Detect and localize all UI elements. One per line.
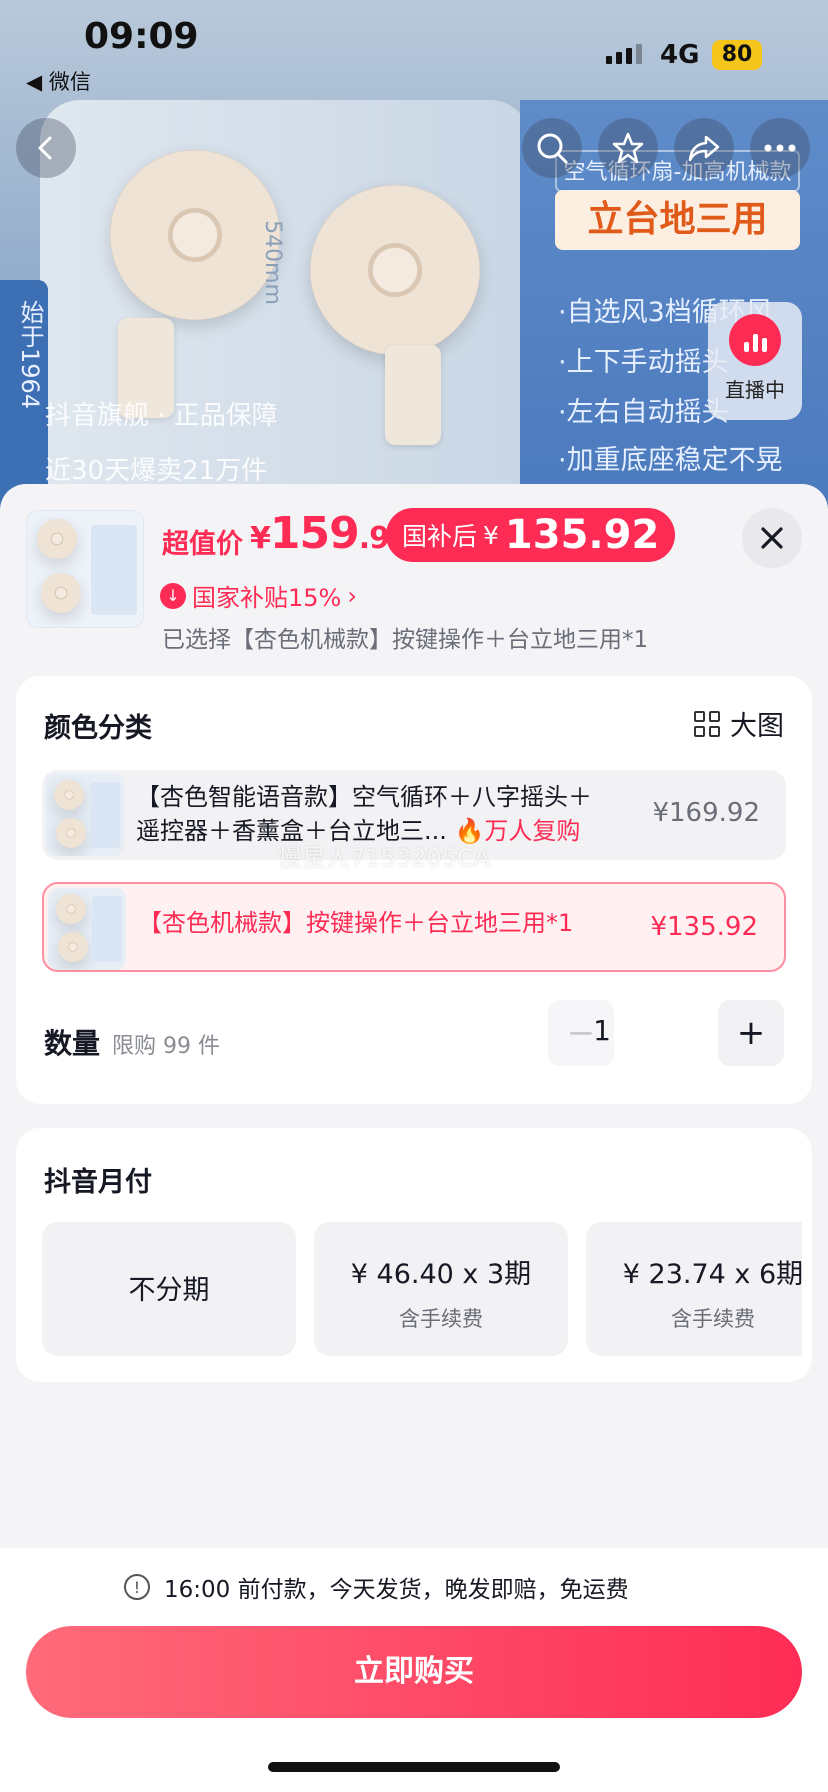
installment-amount: 不分期	[128, 1275, 210, 1306]
user-watermark: 慢星人7153205CA	[278, 844, 491, 872]
bg-feature: ·加重底座稳定不晃	[558, 445, 783, 476]
quantity-value[interactable]: 1	[576, 1014, 628, 1047]
variant-price: ¥169.92	[652, 798, 760, 828]
battery-icon: 80	[712, 40, 762, 70]
variant-name-line1: 【杏色智能语音款】空气循环＋八字摇头＋	[136, 783, 592, 811]
share-icon	[688, 135, 720, 162]
more-icon	[764, 144, 796, 152]
selected-variant-summary: 已选择【杏色机械款】按键操作＋台立地三用*1	[162, 627, 649, 653]
price-label: 超值价	[162, 529, 243, 560]
close-button[interactable]	[742, 508, 802, 568]
home-indicator[interactable]	[268, 1762, 560, 1772]
buy-now-button[interactable]: 立即购买	[26, 1626, 802, 1718]
live-label: 直播中	[725, 378, 785, 402]
dimension-label: 540mm	[259, 220, 285, 305]
down-arrow-icon: ↓	[160, 582, 186, 609]
bg-feature: ·左右自动摇头	[558, 397, 729, 428]
fan-image-right	[310, 185, 480, 355]
bg-note-sales: 近30天爆卖21万件	[45, 456, 268, 486]
quantity-limit: 限购 99 件	[112, 1034, 220, 1059]
signal-icon	[606, 44, 642, 64]
installment-option[interactable]: ¥ 46.40 x 3期 含手续费	[314, 1222, 568, 1356]
search-icon	[537, 133, 568, 164]
price-value: ¥159.9	[250, 508, 390, 559]
price-decimal: .9	[358, 521, 390, 556]
share-button[interactable]	[674, 118, 734, 178]
subsidy-label: 国补后	[402, 522, 478, 551]
installment-fee: 含手续费	[671, 1307, 755, 1331]
favorite-button[interactable]	[598, 118, 658, 178]
variant-price: ¥135.92	[650, 912, 758, 942]
shipping-notice: ! 16:00 前付款，今天发货，晚发即赔，免运费	[124, 1570, 629, 1604]
quantity-label: 数量	[44, 1027, 101, 1060]
price-integer: 159	[269, 508, 360, 559]
search-button[interactable]	[522, 118, 582, 178]
big-image-label: 大图	[730, 711, 784, 742]
variant-name: 【杏色机械款】按键操作＋台立地三用*1	[138, 909, 574, 937]
installment-amount: ¥ 46.40 x 3期	[350, 1259, 532, 1290]
installment-option[interactable]: 不分期	[42, 1222, 296, 1356]
grid-icon	[694, 710, 720, 737]
fan-image-left	[110, 150, 280, 320]
variant-option-selected[interactable]: 【杏色机械款】按键操作＋台立地三用*1 ¥135.92	[42, 882, 786, 972]
back-button[interactable]	[16, 118, 76, 178]
live-stream-button[interactable]: 直播中	[708, 302, 802, 420]
subsidy-currency: ¥	[483, 520, 499, 550]
big-image-toggle[interactable]: 大图	[694, 704, 784, 743]
bg-tag-main: 立台地三用	[555, 190, 800, 250]
quantity-increase-button[interactable]: +	[718, 1000, 784, 1066]
variant-image	[48, 888, 126, 970]
variant-section-title: 颜色分类	[44, 713, 152, 744]
payment-card: 抖音月付 不分期 ¥ 46.40 x 3期 含手续费 ¥ 23.74 x 6期 …	[16, 1128, 812, 1382]
gov-subsidy-text: 国家补贴15%	[192, 584, 342, 612]
hot-badge: 万人复购	[484, 817, 581, 845]
close-icon	[761, 527, 783, 549]
subsidy-price: 135.92	[504, 512, 660, 558]
installment-option[interactable]: ¥ 23.74 x 6期 含手续费	[586, 1222, 802, 1356]
variant-image	[46, 774, 124, 856]
variant-card: 颜色分类 大图 【杏色智能语音款】空气循环＋八字摇头＋ 遥控器＋香薰盒＋台立地三…	[16, 676, 812, 1104]
bg-note-brand: 抖音旗舰 · 正品保障	[45, 401, 278, 431]
status-time: 09:09	[84, 16, 199, 57]
currency-symbol: ¥	[250, 521, 271, 556]
back-icon	[38, 136, 52, 160]
installment-fee: 含手续费	[399, 1307, 483, 1331]
gov-subsidy-link[interactable]: ↓ 国家补贴15% ›	[160, 578, 357, 613]
bg-feature: ·上下手动摇头	[558, 347, 729, 378]
chevron-right-icon: ›	[347, 581, 357, 610]
status-bar: 09:09 ◀ 微信 4G 80	[0, 0, 828, 100]
network-label: 4G	[660, 40, 700, 70]
subsidy-price-badge: 国补后 ¥ 135.92	[386, 508, 676, 562]
star-icon	[612, 132, 644, 164]
back-to-app-link[interactable]: ◀ 微信	[26, 66, 91, 96]
product-thumbnail[interactable]	[26, 510, 144, 628]
more-button[interactable]	[750, 118, 810, 178]
installment-amount: ¥ 23.74 x 6期	[622, 1259, 802, 1290]
live-icon	[729, 314, 781, 366]
info-icon: !	[124, 1574, 150, 1600]
fan-control-right	[385, 345, 441, 445]
installment-plans: 不分期 ¥ 46.40 x 3期 含手续费 ¥ 23.74 x 6期 含手续费	[42, 1128, 802, 1382]
shipping-notice-text: 16:00 前付款，今天发货，晚发即赔，免运费	[164, 1577, 629, 1603]
